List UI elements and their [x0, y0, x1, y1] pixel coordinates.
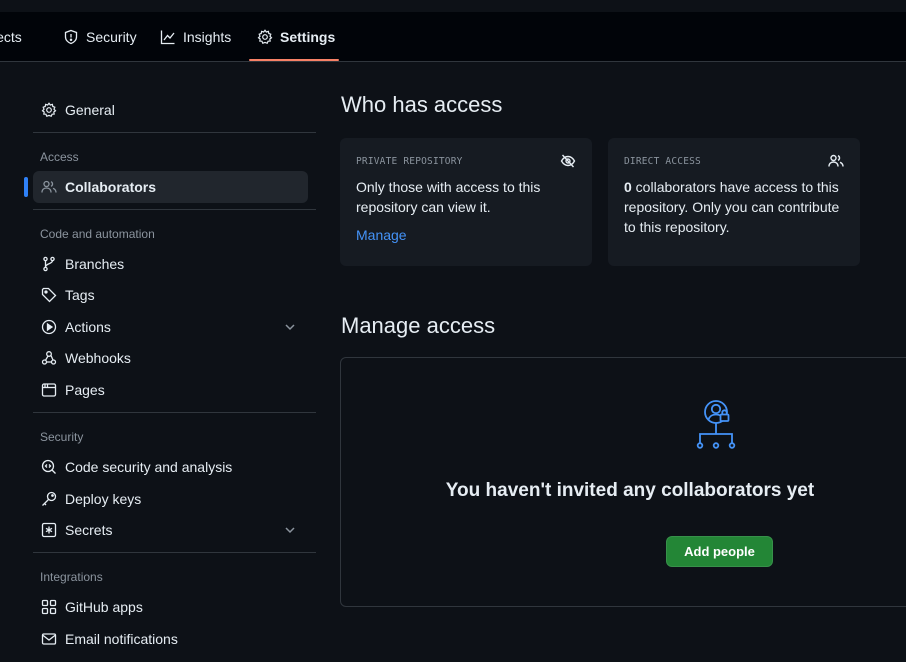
app-window: jects Security Insights Settings General…: [0, 0, 906, 662]
sidebar-item-pages[interactable]: Pages: [33, 374, 308, 406]
sidebar-divider: [33, 132, 316, 133]
repo-nav-bar: jects Security Insights Settings: [0, 12, 906, 62]
private-repository-card: PRIVATE REPOSITORY Only those with acces…: [340, 138, 592, 266]
card-description: 0 collaborators have access to this repo…: [624, 179, 840, 235]
card-label: DIRECT ACCESS: [624, 156, 701, 167]
sidebar-divider: [33, 209, 316, 210]
sidebar-item-actions[interactable]: Actions: [33, 311, 308, 343]
mail-icon: [41, 633, 57, 645]
empty-state-message: You haven't invited any collaborators ye…: [445, 480, 815, 501]
shield-icon: [64, 29, 78, 44]
branch-icon: [43, 256, 55, 272]
eye-closed-icon: [560, 154, 576, 168]
chevron-down-icon[interactable]: [282, 319, 298, 335]
sidebar-item-github-apps[interactable]: GitHub apps: [33, 591, 308, 623]
sidebar-item-branches[interactable]: Branches: [33, 248, 308, 280]
settings-sidebar: General Access Collaborators Code and au…: [0, 62, 340, 662]
key-icon: [42, 491, 57, 506]
sidebar-item-email-notifications[interactable]: Email notifications: [33, 623, 308, 655]
codescan-icon: [41, 459, 56, 474]
card-description: Only those with access to this repositor…: [356, 179, 541, 215]
people-icon: [41, 180, 57, 193]
manage-visibility-link[interactable]: Manage: [356, 227, 576, 243]
asterisk-box-icon: [41, 522, 57, 538]
tab-insights[interactable]: Insights: [160, 12, 231, 61]
group-title-security: Security: [40, 430, 84, 444]
sidebar-item-code-security[interactable]: Code security and analysis: [33, 451, 308, 483]
chevron-down-icon[interactable]: [282, 522, 298, 538]
sidebar-item-collaborators[interactable]: Collaborators: [33, 171, 308, 203]
selected-tab-indicator: [249, 59, 339, 61]
direct-access-card: DIRECT ACCESS 0 collaborators have acces…: [608, 138, 860, 266]
browser-icon: [41, 383, 57, 397]
sidebar-item-tags[interactable]: Tags: [33, 279, 308, 311]
tab-projects[interactable]: jects: [0, 12, 22, 61]
gear-icon: [41, 102, 57, 117]
apps-icon: [41, 599, 57, 615]
add-people-button[interactable]: Add people: [666, 536, 773, 567]
group-title-code-and-automation: Code and automation: [40, 227, 155, 241]
manage-access-box: You haven't invited any collaborators ye…: [340, 357, 906, 607]
sidebar-item-secrets[interactable]: Secrets: [33, 514, 308, 546]
person-lock-tree-icon: [696, 400, 736, 449]
graph-icon: [160, 30, 175, 44]
webhook-icon: [41, 351, 57, 365]
card-label: PRIVATE REPOSITORY: [356, 156, 463, 167]
tab-security[interactable]: Security: [63, 12, 137, 61]
manage-access-heading: Manage access: [341, 313, 496, 338]
sidebar-divider: [33, 552, 316, 553]
group-title-access: Access: [40, 150, 79, 164]
tag-icon: [41, 287, 57, 303]
gear-icon: [257, 28, 273, 44]
collaborator-count: 0: [624, 179, 632, 195]
active-item-indicator: [24, 177, 28, 197]
play-icon: [41, 319, 57, 335]
sidebar-item-webhooks[interactable]: Webhooks: [33, 342, 308, 374]
people-icon: [828, 154, 844, 167]
group-title-integrations: Integrations: [40, 570, 103, 584]
sidebar-item-deploy-keys[interactable]: Deploy keys: [33, 483, 308, 515]
sidebar-item-general[interactable]: General: [33, 94, 308, 126]
who-has-access-heading: Who has access: [341, 92, 503, 117]
tab-settings[interactable]: Settings: [257, 12, 335, 61]
sidebar-divider: [33, 412, 316, 413]
